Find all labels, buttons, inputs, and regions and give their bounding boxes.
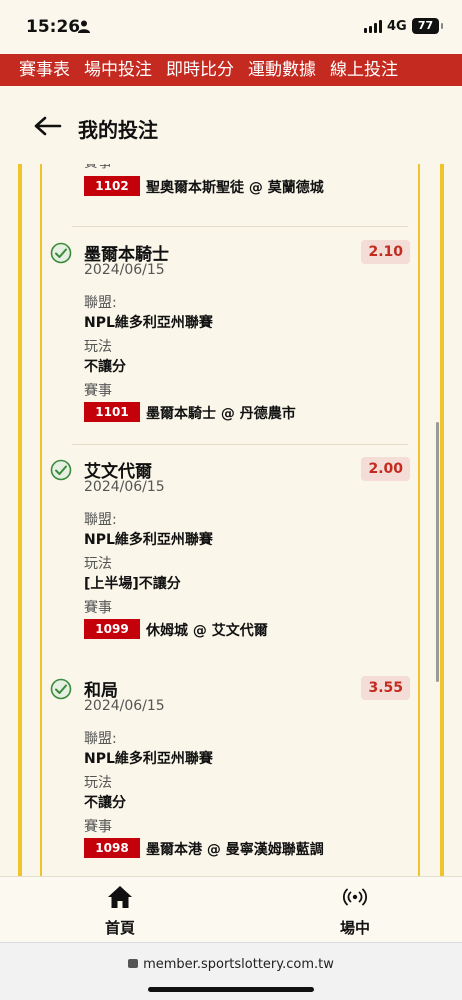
back-arrow-icon[interactable] [34,116,62,136]
rail-right [440,164,444,876]
bottom-nav-live[interactable]: 場中 [315,885,395,938]
nav-schedule[interactable]: 賽事表 [0,54,84,86]
page-title: 我的投注 [78,118,158,142]
bet-card: 和局 2024/06/15 3.55 聯盟: NPL維多利亞州聯賽 玩法 不讓分… [42,666,418,876]
broadcast-icon [343,888,367,906]
browser-url-bar[interactable]: member.sportslottery.com.tw [0,942,462,1000]
market-label: 玩法 [84,775,112,791]
event-code-badge: 1098 [84,838,140,858]
nav-online-betting[interactable]: 線上投注 [330,54,412,86]
market-value: 不讓分 [84,795,126,811]
league-label: 聯盟: [84,295,117,311]
bet-card: 艾文代爾 2024/06/15 2.00 聯盟: NPL維多利亞州聯賽 玩法 [… [42,447,418,663]
check-circle-icon [50,459,72,481]
event-match: 休姆城 @ 艾文代爾 [146,623,268,639]
market-label: 玩法 [84,339,112,355]
event-label: 賽事 [84,164,112,172]
status-bar: 15:26 4G 77 [0,0,462,54]
bet-date: 2024/06/15 [84,479,165,495]
rail-left [18,164,22,876]
bottom-nav-home[interactable]: 首頁 [80,885,160,938]
lock-icon [128,959,139,968]
league-value: NPL維多利亞州聯賽 [84,751,213,767]
nav-live-betting[interactable]: 場中投注 [84,54,166,86]
bet-date: 2024/06/15 [84,262,165,278]
network-type: 4G [387,19,407,34]
market-value: [上半場]不讓分 [84,576,181,592]
league-label: 聯盟: [84,731,117,747]
bottom-nav-home-label: 首頁 [104,919,135,937]
odds-badge: 3.55 [361,676,410,700]
league-label: 聯盟: [84,512,117,528]
event-label: 賽事 [84,600,112,616]
event-label: 賽事 [84,819,112,835]
event-match: 墨爾本騎士 @ 丹德農市 [146,406,296,422]
check-circle-icon [50,242,72,264]
event-match: 聖奧爾本斯聖徒 @ 莫蘭德城 [146,180,324,196]
bottom-nav-live-label: 場中 [339,919,370,937]
rail-right-inner [418,164,420,876]
home-indicator[interactable] [148,987,314,992]
home-icon [108,886,132,908]
status-time: 15:26 [26,17,81,37]
nav-sports-data[interactable]: 運動數據 [248,54,330,86]
league-value: NPL維多利亞州聯賽 [84,532,213,548]
event-code-badge: 1102 [84,176,140,196]
event-code-badge: 1099 [84,619,140,639]
check-circle-icon [50,678,72,700]
bet-date: 2024/06/15 [84,698,165,714]
bet-card: 墨爾本騎士 2024/06/15 2.10 聯盟: NPL維多利亞州聯賽 玩法 … [42,230,418,446]
battery-icon: 77 [412,18,443,34]
market-value: 不讓分 [84,359,126,375]
league-value: NPL維多利亞州聯賽 [84,315,213,331]
bets-list[interactable]: 賽事 1102 聖奧爾本斯聖徒 @ 莫蘭德城 墨爾本騎士 2024/06/15 … [0,164,462,876]
event-match: 墨爾本港 @ 曼寧漢姆聯藍調 [146,842,324,858]
divider [72,226,408,227]
odds-badge: 2.00 [361,457,410,481]
url-display[interactable]: member.sportslottery.com.tw [0,957,462,972]
bet-card-partial: 賽事 1102 聖奧爾本斯聖徒 @ 莫蘭德城 [42,164,418,227]
scrollbar[interactable] [436,422,439,682]
url-text: member.sportslottery.com.tw [143,957,334,972]
page-header: 我的投注 [0,86,462,164]
odds-badge: 2.10 [361,240,410,264]
divider [72,444,408,445]
signal-icon [364,20,382,33]
nav-live-scores[interactable]: 即時比分 [166,54,248,86]
top-nav: 賽事表 場中投注 即時比分 運動數據 線上投注 [0,54,462,86]
person-icon [78,20,90,33]
event-label: 賽事 [84,383,112,399]
bottom-nav: 首頁 場中 [0,876,462,942]
market-label: 玩法 [84,556,112,572]
event-code-badge: 1101 [84,402,140,422]
